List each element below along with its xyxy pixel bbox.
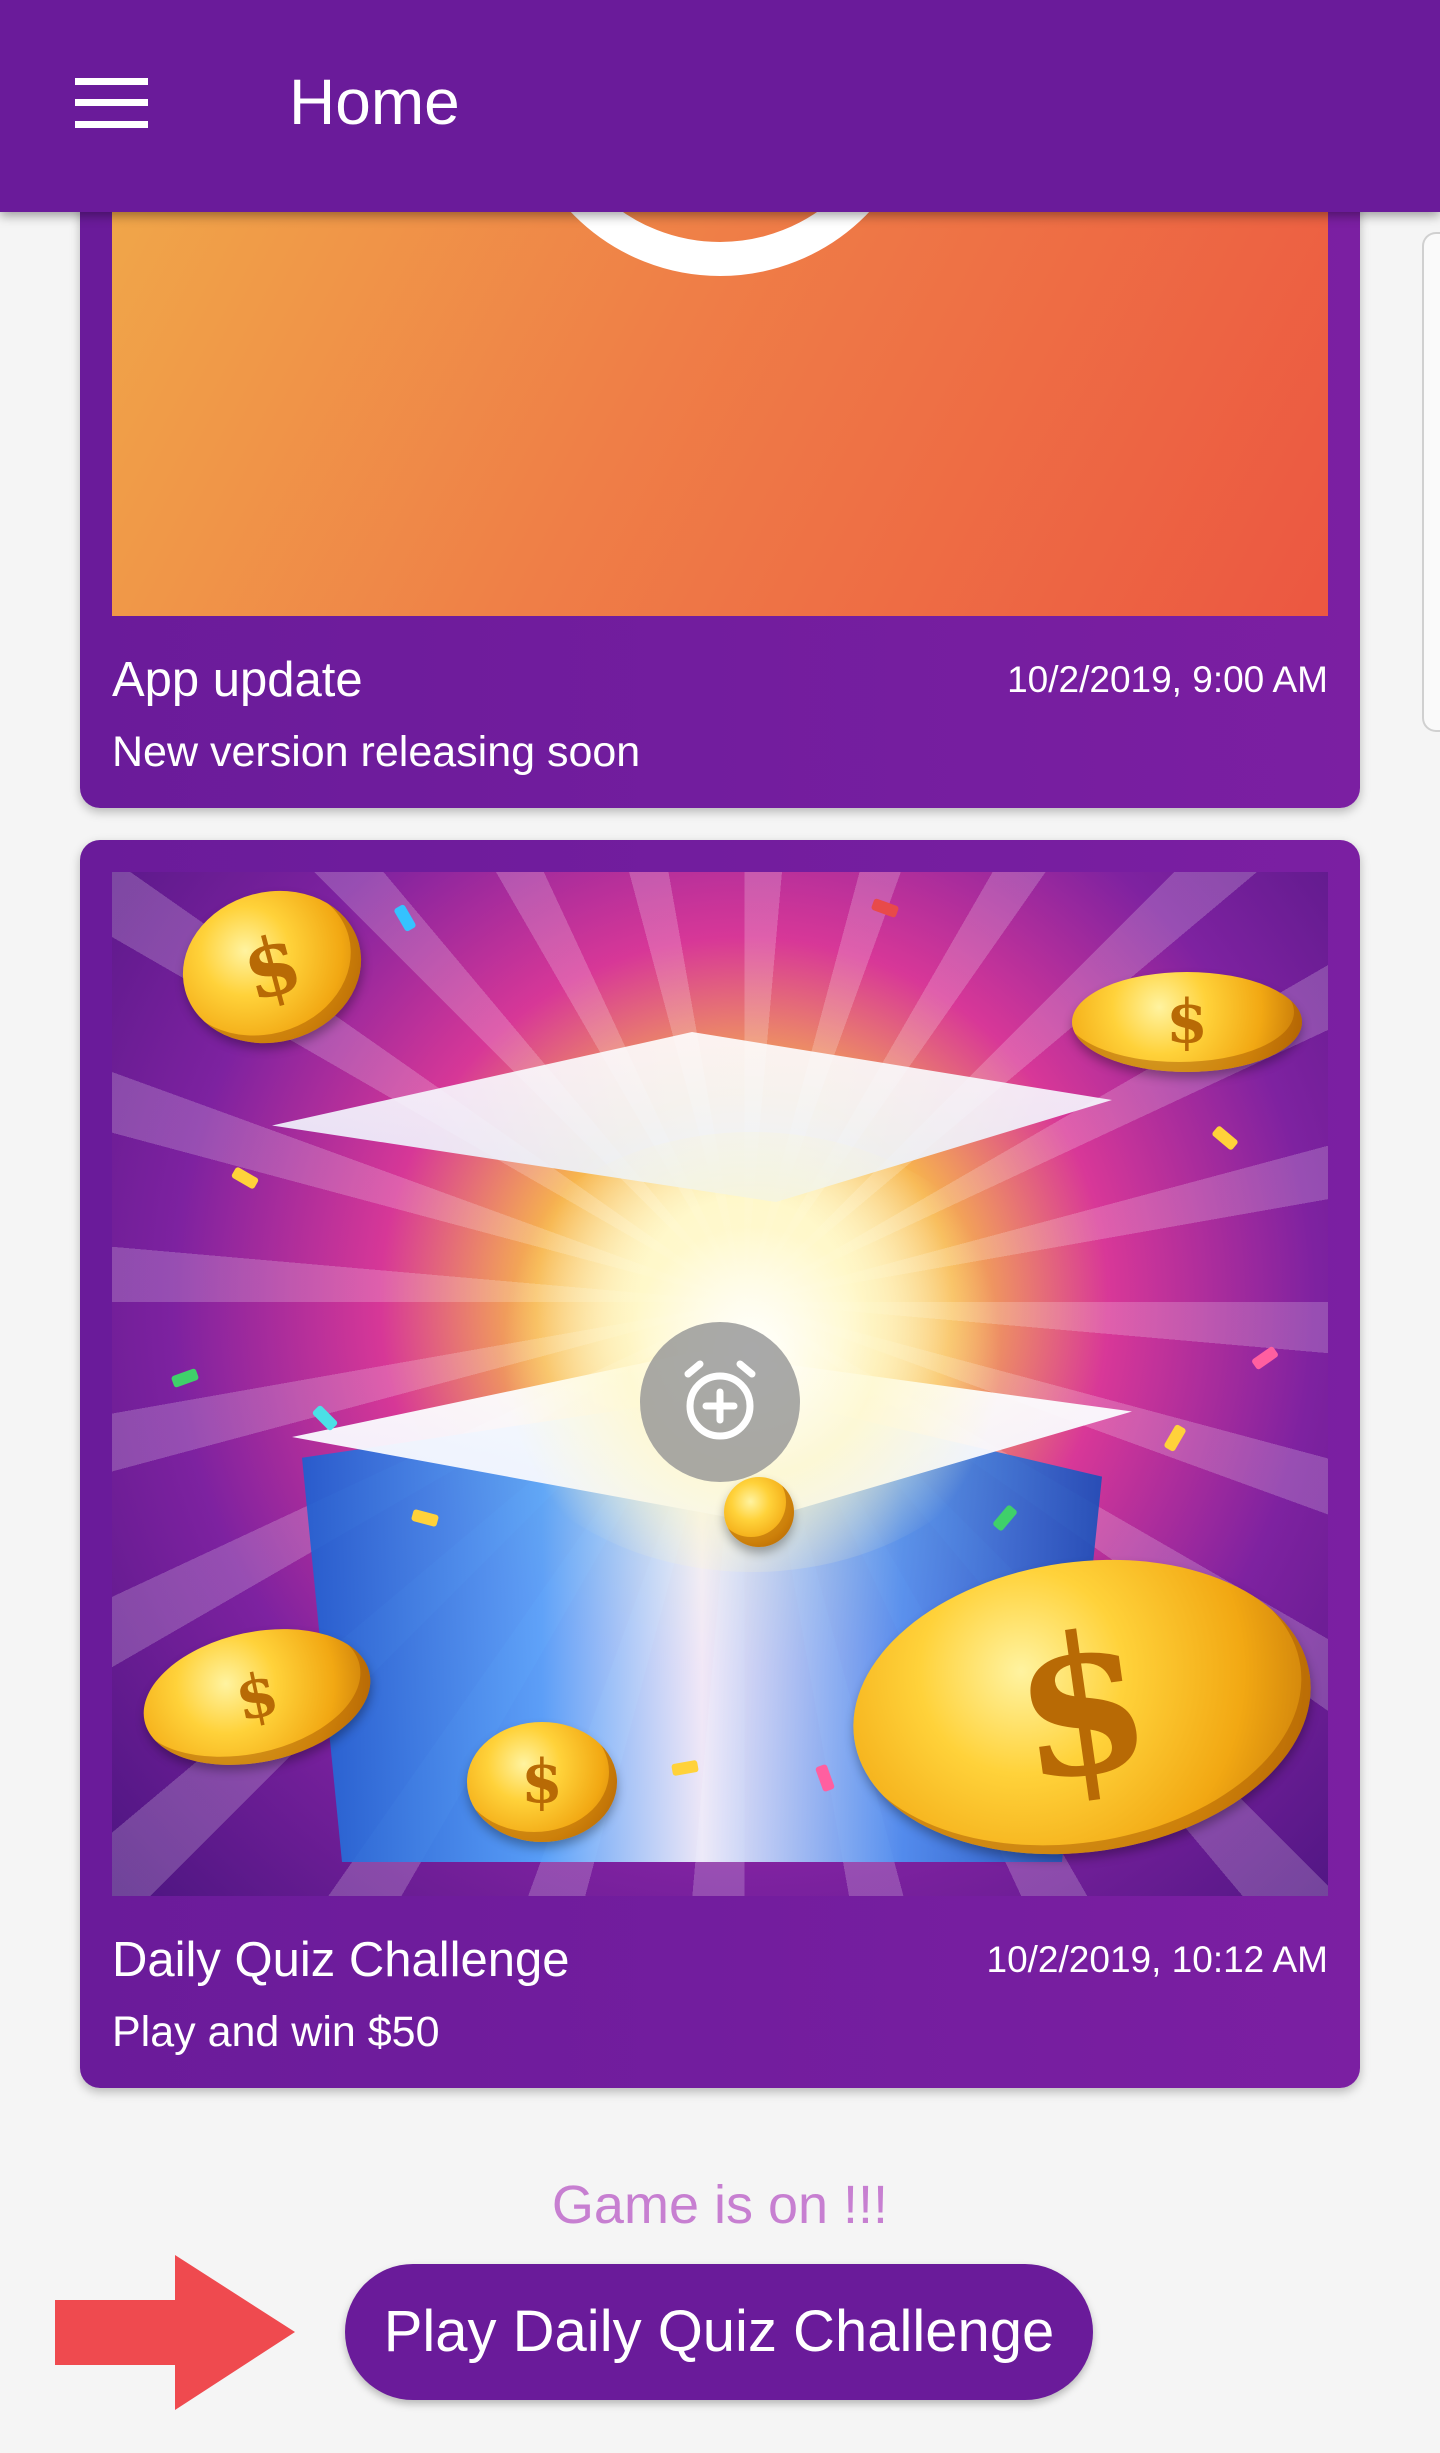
page-title: Home [289,66,460,138]
gold-coin [724,1477,794,1547]
play-daily-quiz-button[interactable]: Play Daily Quiz Challenge [345,2264,1093,2400]
card-title: App update [112,653,363,707]
notification-card-daily-quiz[interactable]: $ $ $ $ $ Daily Quiz Challenge 10/2/2019… [80,840,1360,2088]
card-image [112,150,1328,616]
gold-coin: $ [467,1722,617,1842]
card-subtitle: Play and win $50 [112,2008,440,2056]
notification-card-app-update[interactable]: App update 10/2/2019, 9:00 AM New versio… [80,150,1360,808]
red-arrow-right-icon [55,2255,295,2410]
card-timestamp: 10/2/2019, 9:00 AM [1007,659,1328,700]
app-bar: Home [0,0,1440,212]
scroll-indicator [1422,232,1440,732]
card-image: $ $ $ $ $ [112,872,1328,1896]
game-status-text: Game is on !!! [551,2175,889,2235]
hamburger-menu-icon[interactable] [75,78,148,128]
gold-coin: $ [1072,972,1302,1072]
card-subtitle: New version releasing soon [112,728,641,776]
add-alarm-icon[interactable] [640,1322,800,1482]
card-timestamp: 10/2/2019, 10:12 AM [986,1939,1329,1980]
card-title: Daily Quiz Challenge [112,1933,570,1987]
